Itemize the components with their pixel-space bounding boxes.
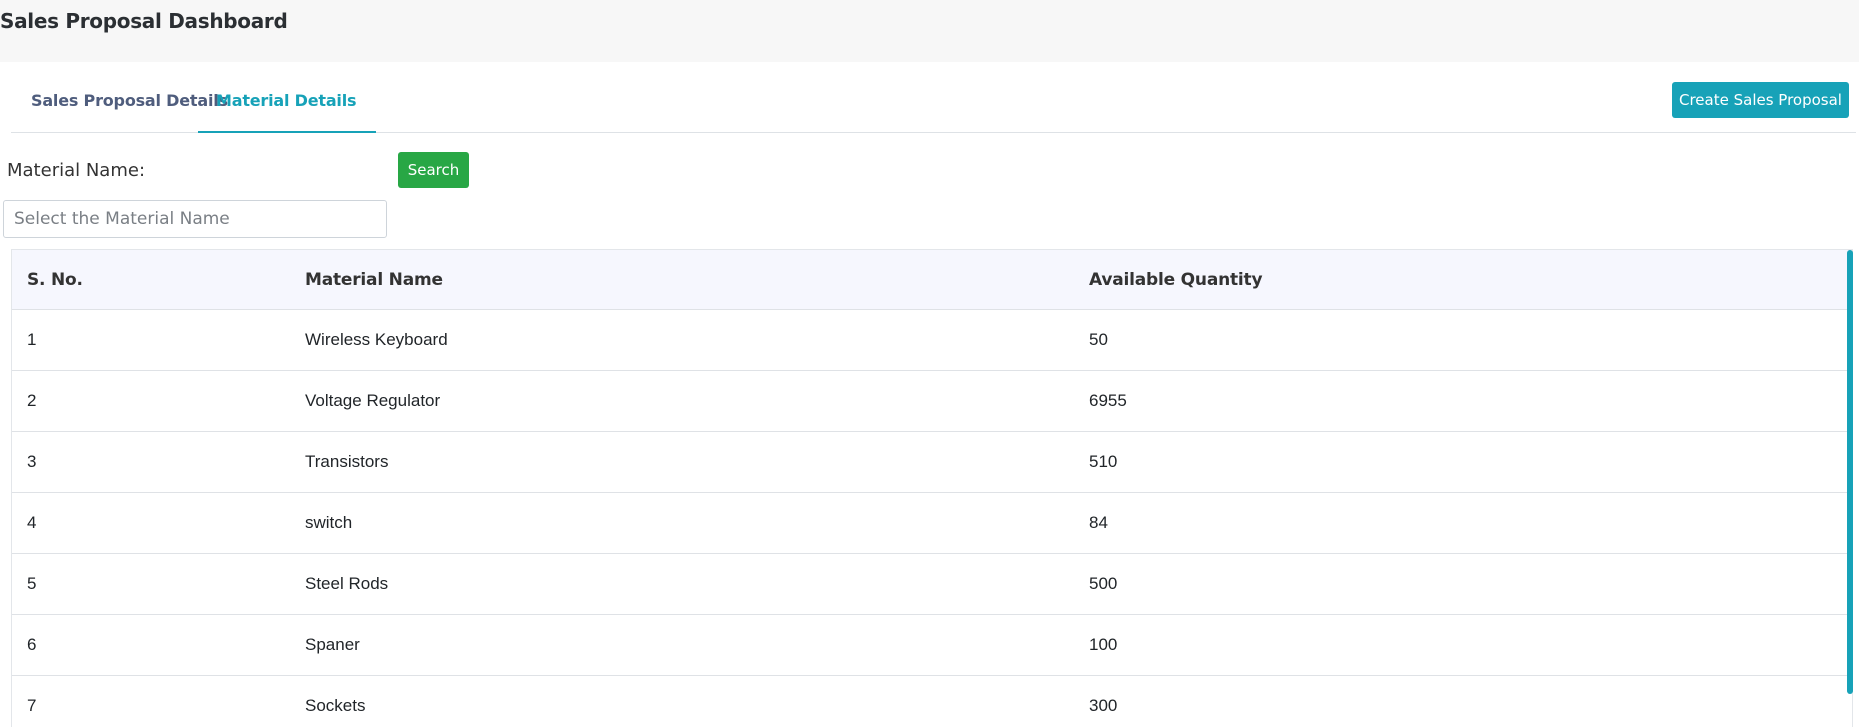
table-row[interactable]: 3 Transistors 510 — [12, 431, 1852, 493]
column-header-material-name[interactable]: Material Name — [305, 250, 1089, 310]
cell-available-quantity: 50 — [1089, 309, 1852, 371]
cell-sno: 5 — [12, 553, 305, 615]
page-header: Sales Proposal Dashboard — [0, 0, 1859, 62]
material-name-input[interactable] — [3, 200, 387, 238]
tab-material-details[interactable]: Material Details — [198, 91, 377, 133]
table-row[interactable]: 4 switch 84 — [12, 492, 1852, 554]
cell-sno: 1 — [12, 309, 305, 371]
table-header-row: S. No. Material Name Available Quantity — [12, 250, 1852, 310]
cell-material-name: Spaner — [305, 614, 1089, 676]
cell-material-name: Steel Rods — [305, 553, 1089, 615]
table-row[interactable]: 2 Voltage Regulator 6955 — [12, 370, 1852, 432]
cell-material-name: Transistors — [305, 431, 1089, 493]
create-sales-proposal-button[interactable]: Create Sales Proposal — [1672, 82, 1849, 118]
cell-sno: 3 — [12, 431, 305, 493]
search-button[interactable]: Search — [398, 152, 469, 188]
table-scrollbar[interactable] — [1847, 250, 1853, 694]
cell-material-name: Voltage Regulator — [305, 370, 1089, 432]
cell-material-name: Wireless Keyboard — [305, 309, 1089, 371]
tab-bar: Sales Proposal Details Material Details — [11, 62, 1856, 133]
column-header-sno[interactable]: S. No. — [12, 250, 305, 310]
cell-sno: 7 — [12, 675, 305, 727]
materials-table: S. No. Material Name Available Quantity … — [11, 249, 1853, 727]
table-row[interactable]: 1 Wireless Keyboard 50 — [12, 309, 1852, 371]
table-row[interactable]: 7 Sockets 300 — [12, 675, 1852, 727]
table-row[interactable]: 5 Steel Rods 500 — [12, 553, 1852, 615]
cell-available-quantity: 6955 — [1089, 370, 1852, 432]
cell-material-name: switch — [305, 492, 1089, 554]
cell-material-name: Sockets — [305, 675, 1089, 727]
cell-available-quantity: 510 — [1089, 431, 1852, 493]
cell-sno: 2 — [12, 370, 305, 432]
material-name-label: Material Name: — [7, 160, 146, 181]
cell-sno: 4 — [12, 492, 305, 554]
cell-available-quantity: 100 — [1089, 614, 1852, 676]
column-header-available-quantity[interactable]: Available Quantity — [1089, 250, 1852, 310]
table-row[interactable]: 6 Spaner 100 — [12, 614, 1852, 676]
cell-sno: 6 — [12, 614, 305, 676]
cell-available-quantity: 500 — [1089, 553, 1852, 615]
cell-available-quantity: 300 — [1089, 675, 1852, 727]
cell-available-quantity: 84 — [1089, 492, 1852, 554]
page-title: Sales Proposal Dashboard — [0, 9, 288, 33]
